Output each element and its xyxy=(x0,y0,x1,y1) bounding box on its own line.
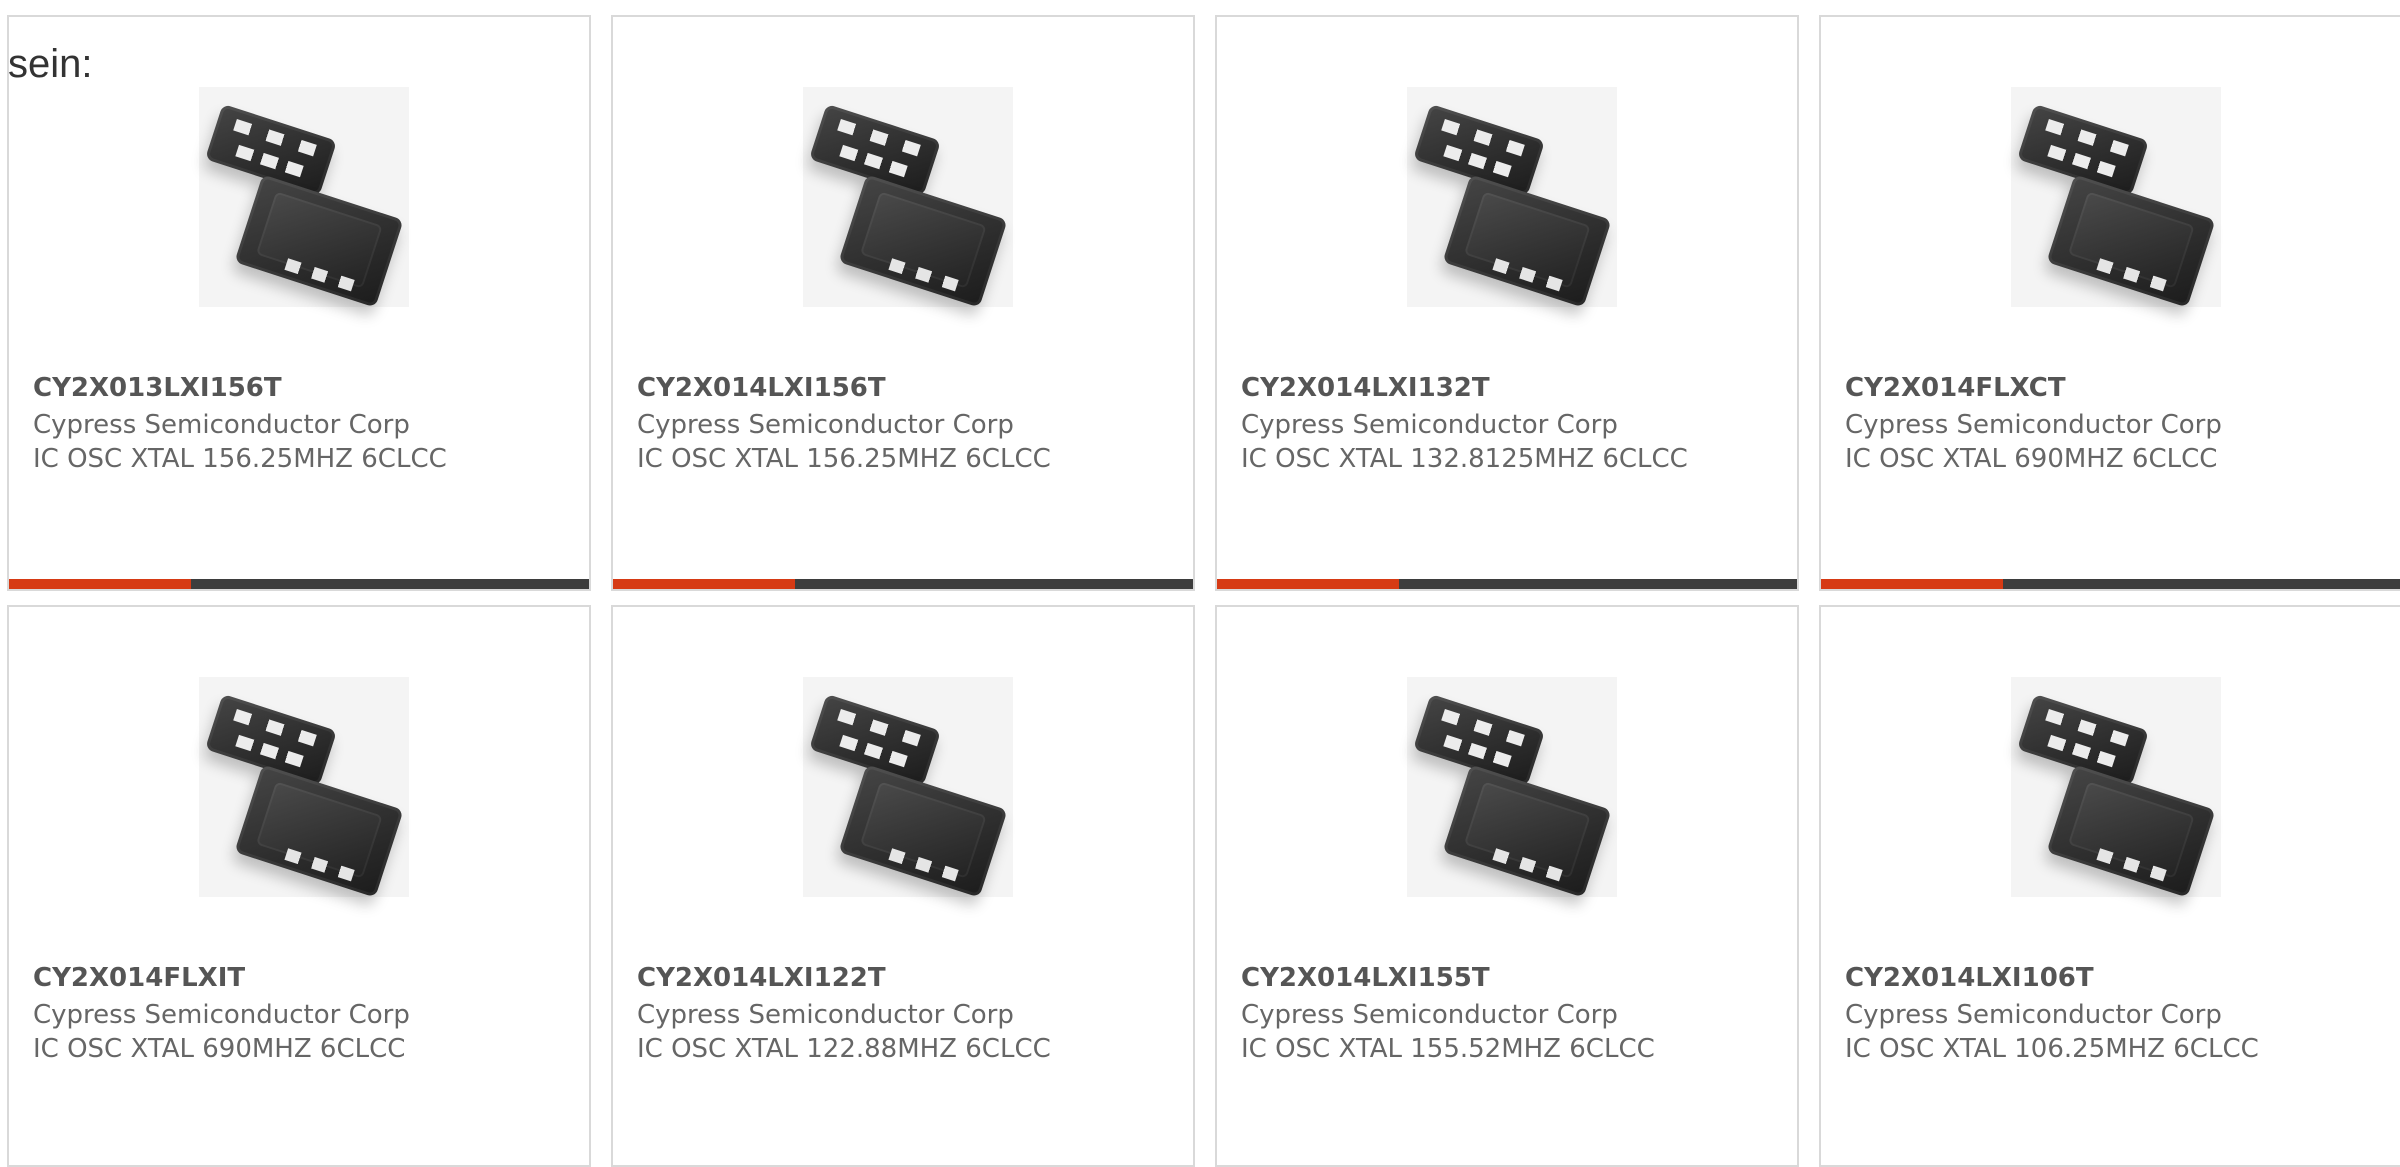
product-card[interactable]: CY2X014LXI155T Cypress Semiconductor Cor… xyxy=(1215,605,1799,1167)
product-description: IC OSC XTAL 122.88MHZ 6CLCC xyxy=(637,1034,1051,1064)
product-card[interactable]: CY2X014LXI132T Cypress Semiconductor Cor… xyxy=(1215,15,1799,591)
chip-package-icon xyxy=(2046,764,2216,898)
product-description: IC OSC XTAL 690MHZ 6CLCC xyxy=(1845,444,2218,474)
manufacturer-name: Cypress Semiconductor Corp xyxy=(1845,410,2222,440)
product-image[interactable] xyxy=(803,677,1013,898)
product-description: IC OSC XTAL 155.52MHZ 6CLCC xyxy=(1241,1034,1655,1064)
part-number-link[interactable]: CY2X014FLXCT xyxy=(1845,373,2066,404)
product-image[interactable] xyxy=(1407,87,1617,308)
manufacturer-name: Cypress Semiconductor Corp xyxy=(1241,410,1618,440)
intro-text: sein: xyxy=(8,42,93,86)
part-number-link[interactable]: CY2X014FLXIT xyxy=(33,963,245,994)
chip-package-icon xyxy=(838,174,1008,308)
product-image[interactable] xyxy=(803,87,1013,308)
product-card[interactable]: CY2X013LXI156T Cypress Semiconductor Cor… xyxy=(7,15,591,591)
manufacturer-name: Cypress Semiconductor Corp xyxy=(637,1000,1014,1030)
part-number-link[interactable]: CY2X014LXI132T xyxy=(1241,373,1490,404)
product-card[interactable]: CY2X014LXI156T Cypress Semiconductor Cor… xyxy=(611,15,1195,591)
part-number-link[interactable]: CY2X014LXI155T xyxy=(1241,963,1490,994)
part-number-link[interactable]: CY2X014LXI156T xyxy=(637,373,886,404)
product-description: IC OSC XTAL 690MHZ 6CLCC xyxy=(33,1034,406,1064)
manufacturer-name: Cypress Semiconductor Corp xyxy=(33,410,410,440)
product-image[interactable] xyxy=(199,87,409,308)
product-image[interactable] xyxy=(199,677,409,898)
part-number-link[interactable]: CY2X013LXI156T xyxy=(33,373,282,404)
product-image[interactable] xyxy=(2011,677,2221,898)
manufacturer-name: Cypress Semiconductor Corp xyxy=(1241,1000,1618,1030)
part-number-link[interactable]: CY2X014LXI106T xyxy=(1845,963,2094,994)
chip-package-icon xyxy=(234,764,404,898)
manufacturer-name: Cypress Semiconductor Corp xyxy=(637,410,1014,440)
product-card[interactable]: CY2X014FLXCT Cypress Semiconductor Corp … xyxy=(1819,15,2400,591)
manufacturer-name: Cypress Semiconductor Corp xyxy=(33,1000,410,1030)
chip-package-icon xyxy=(2046,174,2216,308)
product-description: IC OSC XTAL 106.25MHZ 6CLCC xyxy=(1845,1034,2259,1064)
card-accent-bar xyxy=(613,579,1193,589)
product-card[interactable]: CY2X014FLXIT Cypress Semiconductor Corp … xyxy=(7,605,591,1167)
card-accent-bar xyxy=(1821,579,2400,589)
chip-package-icon xyxy=(1442,764,1612,898)
product-image[interactable] xyxy=(1407,677,1617,898)
part-number-link[interactable]: CY2X014LXI122T xyxy=(637,963,886,994)
card-accent-bar xyxy=(1217,579,1797,589)
chip-package-icon xyxy=(234,174,404,308)
product-description: IC OSC XTAL 156.25MHZ 6CLCC xyxy=(33,444,447,474)
chip-package-icon xyxy=(838,764,1008,898)
manufacturer-name: Cypress Semiconductor Corp xyxy=(1845,1000,2222,1030)
product-card[interactable]: CY2X014LXI106T Cypress Semiconductor Cor… xyxy=(1819,605,2400,1167)
product-description: IC OSC XTAL 132.8125MHZ 6CLCC xyxy=(1241,444,1688,474)
product-card[interactable]: CY2X014LXI122T Cypress Semiconductor Cor… xyxy=(611,605,1195,1167)
chip-package-icon xyxy=(1442,174,1612,308)
product-image[interactable] xyxy=(2011,87,2221,308)
card-accent-bar xyxy=(9,579,589,589)
product-description: IC OSC XTAL 156.25MHZ 6CLCC xyxy=(637,444,1051,474)
